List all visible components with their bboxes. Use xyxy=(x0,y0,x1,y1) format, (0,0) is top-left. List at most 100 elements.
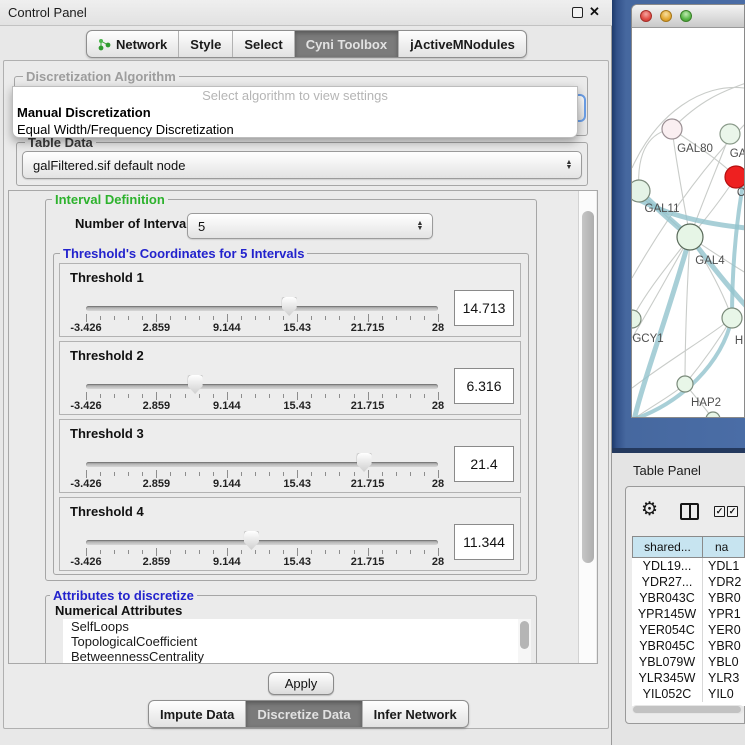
table-cell[interactable]: YBR045C xyxy=(632,638,703,654)
table-cell[interactable]: YLR345W xyxy=(632,670,703,686)
table-cell[interactable]: YPR145W xyxy=(632,606,703,622)
table-row[interactable]: YPR145WYPR1 xyxy=(632,606,745,622)
threshold-value-input[interactable]: 11.344 xyxy=(454,524,514,560)
table-row[interactable]: YBL079WYBL0 xyxy=(632,654,745,670)
tick-mark xyxy=(396,316,397,320)
threshold-slider[interactable]: -3.4262.8599.14415.4321.71528 xyxy=(86,498,438,572)
network-node[interactable] xyxy=(722,308,742,328)
slider-thumb[interactable] xyxy=(357,453,372,472)
tick-mark xyxy=(170,472,171,476)
minimize-traffic-light-icon[interactable] xyxy=(660,10,672,22)
slider-thumb[interactable] xyxy=(188,375,203,394)
table-row[interactable]: YDL19...YDL1 xyxy=(632,558,745,574)
list-scrollbar[interactable] xyxy=(518,619,531,664)
float-window-icon[interactable] xyxy=(572,7,583,18)
threshold-panel: Threshold 3-3.4262.8599.14415.4321.71528… xyxy=(59,419,521,493)
table-data-combobox[interactable]: galFiltered.sif default node ▲▼ xyxy=(22,151,582,179)
table-cell[interactable]: YDR2 xyxy=(703,574,745,590)
table-cell[interactable]: YDL1 xyxy=(703,558,745,574)
tab-select[interactable]: Select xyxy=(233,31,294,57)
tick-mark xyxy=(354,394,355,398)
threshold-value-input[interactable]: 21.4 xyxy=(454,446,514,482)
tick-mark xyxy=(297,548,298,556)
table-row[interactable]: YBR045CYBR0 xyxy=(632,638,745,654)
threshold-value-input[interactable]: 14.713 xyxy=(454,290,514,326)
horizontal-scrollbar[interactable] xyxy=(632,705,744,714)
tick-mark xyxy=(283,472,284,476)
tab-infer-network[interactable]: Infer Network xyxy=(363,701,468,727)
tick-mark xyxy=(185,316,186,320)
tick-mark xyxy=(424,316,425,320)
threshold-slider[interactable]: -3.4262.8599.14415.4321.71528 xyxy=(86,264,438,338)
tick-label: -3.426 xyxy=(70,400,101,412)
slider-thumb[interactable] xyxy=(244,531,259,550)
network-view-window[interactable]: GAL80GAGAL11CGAL4GCY1HHAP2 xyxy=(631,4,745,418)
tick-mark xyxy=(325,316,326,320)
threshold-slider[interactable]: -3.4262.8599.14415.4321.71528 xyxy=(86,342,438,416)
column-header[interactable]: shared... xyxy=(632,536,703,558)
table-row[interactable]: YER054CYER0 xyxy=(632,622,745,638)
numerical-attributes-list[interactable]: SelfLoopsTopologicalCoefficientBetweenne… xyxy=(63,619,531,664)
vertical-scrollbar-thumb[interactable] xyxy=(582,211,594,563)
table-cell[interactable]: YLR3 xyxy=(703,670,745,686)
network-node[interactable] xyxy=(725,166,745,188)
table-row[interactable]: YIL052CYIL0 xyxy=(632,686,745,702)
tab-jactivemnodules[interactable]: jActiveMNodules xyxy=(399,31,526,57)
threshold-slider[interactable]: -3.4262.8599.14415.4321.71528 xyxy=(86,420,438,494)
tab-discretize-data[interactable]: Discretize Data xyxy=(246,701,362,727)
network-node[interactable] xyxy=(677,376,693,392)
algorithm-option-equal-width-frequency-discretization[interactable]: Equal Width/Frequency Discretization xyxy=(13,121,577,138)
close-traffic-light-icon[interactable] xyxy=(640,10,652,22)
tick-mark xyxy=(424,550,425,554)
horizontal-scrollbar-thumb[interactable] xyxy=(633,706,741,713)
tick-mark xyxy=(255,472,256,476)
table-cell[interactable]: YDL19... xyxy=(632,558,703,574)
tab-style[interactable]: Style xyxy=(179,31,233,57)
table-cell[interactable]: YBR0 xyxy=(703,638,745,654)
network-node[interactable] xyxy=(677,224,703,250)
number-of-intervals-combobox[interactable]: 5 ▲▼ xyxy=(187,213,433,239)
list-item[interactable]: TopologicalCoefficient xyxy=(63,634,531,649)
tick-mark xyxy=(255,550,256,554)
table-cell[interactable]: YBL079W xyxy=(632,654,703,670)
table-cell[interactable]: YPR1 xyxy=(703,606,745,622)
network-node[interactable] xyxy=(662,119,682,139)
node-label: H xyxy=(735,335,743,347)
table-row[interactable]: YBR043CYBR0 xyxy=(632,590,745,606)
table-cell[interactable]: YER054C xyxy=(632,622,703,638)
tick-label: 2.859 xyxy=(143,322,171,334)
gear-icon[interactable]: ⚙ xyxy=(641,498,658,521)
threshold-value-input[interactable]: 6.316 xyxy=(454,368,514,404)
apply-button[interactable]: Apply xyxy=(268,672,334,695)
tab-impute-data[interactable]: Impute Data xyxy=(149,701,246,727)
tab-label: Cyni Toolbox xyxy=(306,37,387,52)
table-row[interactable]: YDR27...YDR2 xyxy=(632,574,745,590)
list-item[interactable]: SelfLoops xyxy=(63,619,531,634)
table-cell[interactable]: YER0 xyxy=(703,622,745,638)
table-cell[interactable]: YIL0 xyxy=(703,686,745,702)
tick-mark xyxy=(255,394,256,398)
list-scrollbar-thumb[interactable] xyxy=(520,621,529,649)
table-cell[interactable]: YBR043C xyxy=(632,590,703,606)
slider-thumb[interactable] xyxy=(282,297,297,316)
close-icon[interactable]: ✕ xyxy=(589,4,600,20)
table-cell[interactable]: YBL0 xyxy=(703,654,745,670)
checkbox-icon[interactable]: ✓ xyxy=(714,506,725,517)
network-node[interactable] xyxy=(720,124,740,144)
zoom-traffic-light-icon[interactable] xyxy=(680,10,692,22)
list-item[interactable]: BetweennessCentrality xyxy=(63,649,531,664)
network-window-titlebar[interactable] xyxy=(632,5,745,28)
algorithm-option-manual-discretization[interactable]: Manual Discretization xyxy=(13,104,577,121)
vertical-scrollbar[interactable] xyxy=(578,191,596,663)
column-header[interactable]: na xyxy=(703,536,745,558)
network-canvas[interactable]: GAL80GAGAL11CGAL4GCY1HHAP2 xyxy=(632,28,745,418)
table-cell[interactable]: YIL052C xyxy=(632,686,703,702)
network-node[interactable] xyxy=(632,180,650,202)
table-cell[interactable]: YBR0 xyxy=(703,590,745,606)
table-cell[interactable]: YDR27... xyxy=(632,574,703,590)
checkbox-icon[interactable]: ✓ xyxy=(727,506,738,517)
table-row[interactable]: YLR345WYLR3 xyxy=(632,670,745,686)
split-columns-icon[interactable] xyxy=(680,503,699,520)
tab-network[interactable]: Network xyxy=(87,31,179,57)
tab-cyni-toolbox[interactable]: Cyni Toolbox xyxy=(295,31,399,57)
